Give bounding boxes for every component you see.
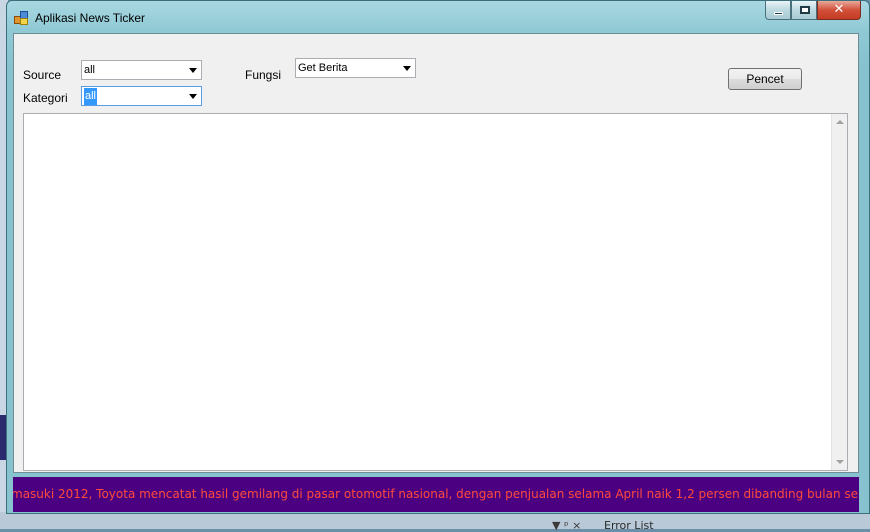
- vertical-scrollbar[interactable]: [831, 114, 847, 470]
- caption-buttons: ✕: [765, 1, 861, 21]
- fungsi-label: Fungsi: [245, 68, 282, 82]
- close-icon: ✕: [833, 2, 845, 17]
- source-dropdown[interactable]: all: [81, 60, 202, 80]
- chevron-down-icon: [403, 66, 411, 71]
- form-client-area: Source all Kategori all Fungsi Get Berit…: [13, 33, 859, 473]
- background-panel-controls: ▼ ᵖ ×: [552, 519, 582, 532]
- scroll-down-icon[interactable]: [836, 460, 844, 464]
- kategori-value: all: [84, 88, 98, 105]
- fungsi-dropdown[interactable]: Get Berita: [295, 58, 416, 78]
- pencet-button[interactable]: Pencet: [728, 68, 802, 90]
- ticker-text: masuki 2012, Toyota mencatat hasil gemil…: [13, 487, 859, 501]
- output-textarea[interactable]: [23, 113, 848, 471]
- minimize-button[interactable]: [765, 1, 791, 20]
- background-app-statusbar: [0, 512, 870, 529]
- source-value: all: [84, 64, 96, 76]
- title-bar[interactable]: Aplikasi News Ticker ✕: [7, 1, 869, 33]
- chevron-down-icon: [189, 94, 197, 99]
- kategori-label: Kategori: [23, 91, 68, 105]
- close-button[interactable]: ✕: [817, 1, 861, 20]
- fungsi-value: Get Berita: [298, 62, 348, 74]
- maximize-button[interactable]: [791, 1, 817, 20]
- chevron-down-icon: [189, 68, 197, 73]
- background-error-list-tab: Error List: [604, 519, 654, 532]
- window-title: Aplikasi News Ticker: [35, 11, 146, 25]
- source-label: Source: [23, 68, 62, 82]
- maximize-icon: [800, 6, 810, 14]
- news-ticker: masuki 2012, Toyota mencatat hasil gemil…: [13, 477, 859, 512]
- kategori-dropdown[interactable]: all: [81, 86, 202, 106]
- app-icon: [14, 11, 28, 25]
- minimize-icon: [774, 12, 783, 15]
- main-window: Aplikasi News Ticker ✕ Source all Katego…: [6, 0, 870, 514]
- scroll-up-icon[interactable]: [836, 120, 844, 124]
